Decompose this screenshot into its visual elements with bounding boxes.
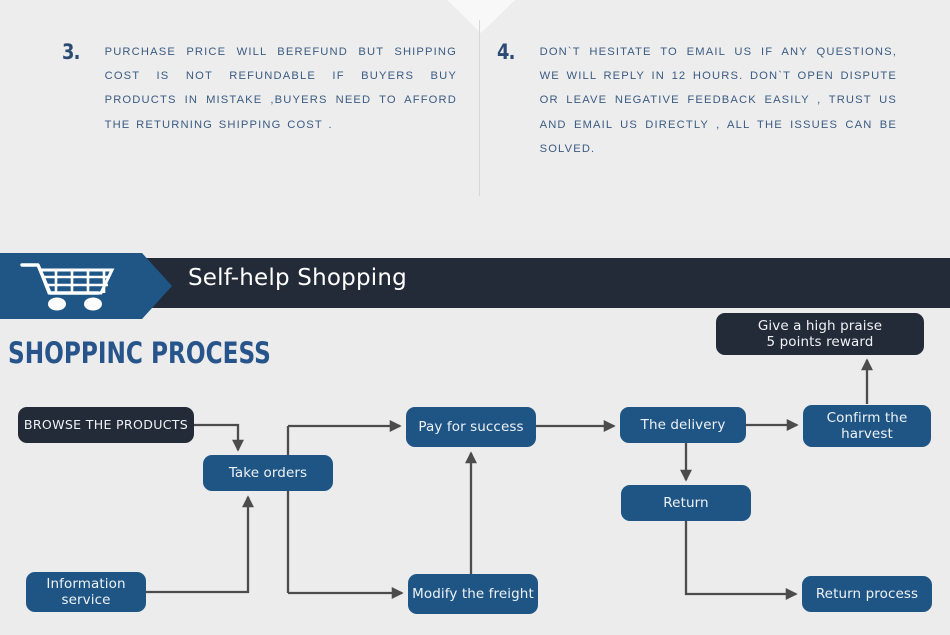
node-return-label: Return <box>663 495 709 511</box>
shopping-process-flowchart: BROWSE THE PRODUCTS Take orders Informat… <box>0 0 950 635</box>
node-information-service[interactable]: Information service <box>26 572 146 612</box>
node-confirm-the-harvest-label: Confirm the harvest <box>826 410 908 442</box>
node-information-service-label: Information service <box>46 576 126 608</box>
node-browse-the-products[interactable]: BROWSE THE PRODUCTS <box>18 407 194 443</box>
node-confirm-the-harvest[interactable]: Confirm the harvest <box>803 405 931 447</box>
node-return-process-label: Return process <box>815 586 919 602</box>
edge-browse-to-takeorders <box>194 423 244 452</box>
node-pay-for-success-label: Pay for success <box>418 419 524 435</box>
node-return[interactable]: Return <box>621 485 751 521</box>
node-modify-the-freight[interactable]: Modify the freight <box>408 574 538 614</box>
node-take-orders[interactable]: Take orders <box>203 455 333 491</box>
node-return-process[interactable]: Return process <box>802 576 932 612</box>
node-give-a-high-praise[interactable]: Give a high praise 5 points reward <box>716 313 924 355</box>
node-take-orders-label: Take orders <box>228 465 308 481</box>
node-the-delivery-label: The delivery <box>640 417 726 433</box>
node-give-a-high-praise-label: Give a high praise 5 points reward <box>757 318 883 350</box>
node-browse-the-products-label: BROWSE THE PRODUCTS <box>23 417 189 432</box>
edge-infoservice-to-takeorders <box>146 495 254 594</box>
node-pay-for-success[interactable]: Pay for success <box>406 407 536 447</box>
node-the-delivery[interactable]: The delivery <box>620 407 746 443</box>
node-modify-the-freight-label: Modify the freight <box>412 586 534 602</box>
edge-return-to-retproc <box>684 521 798 600</box>
